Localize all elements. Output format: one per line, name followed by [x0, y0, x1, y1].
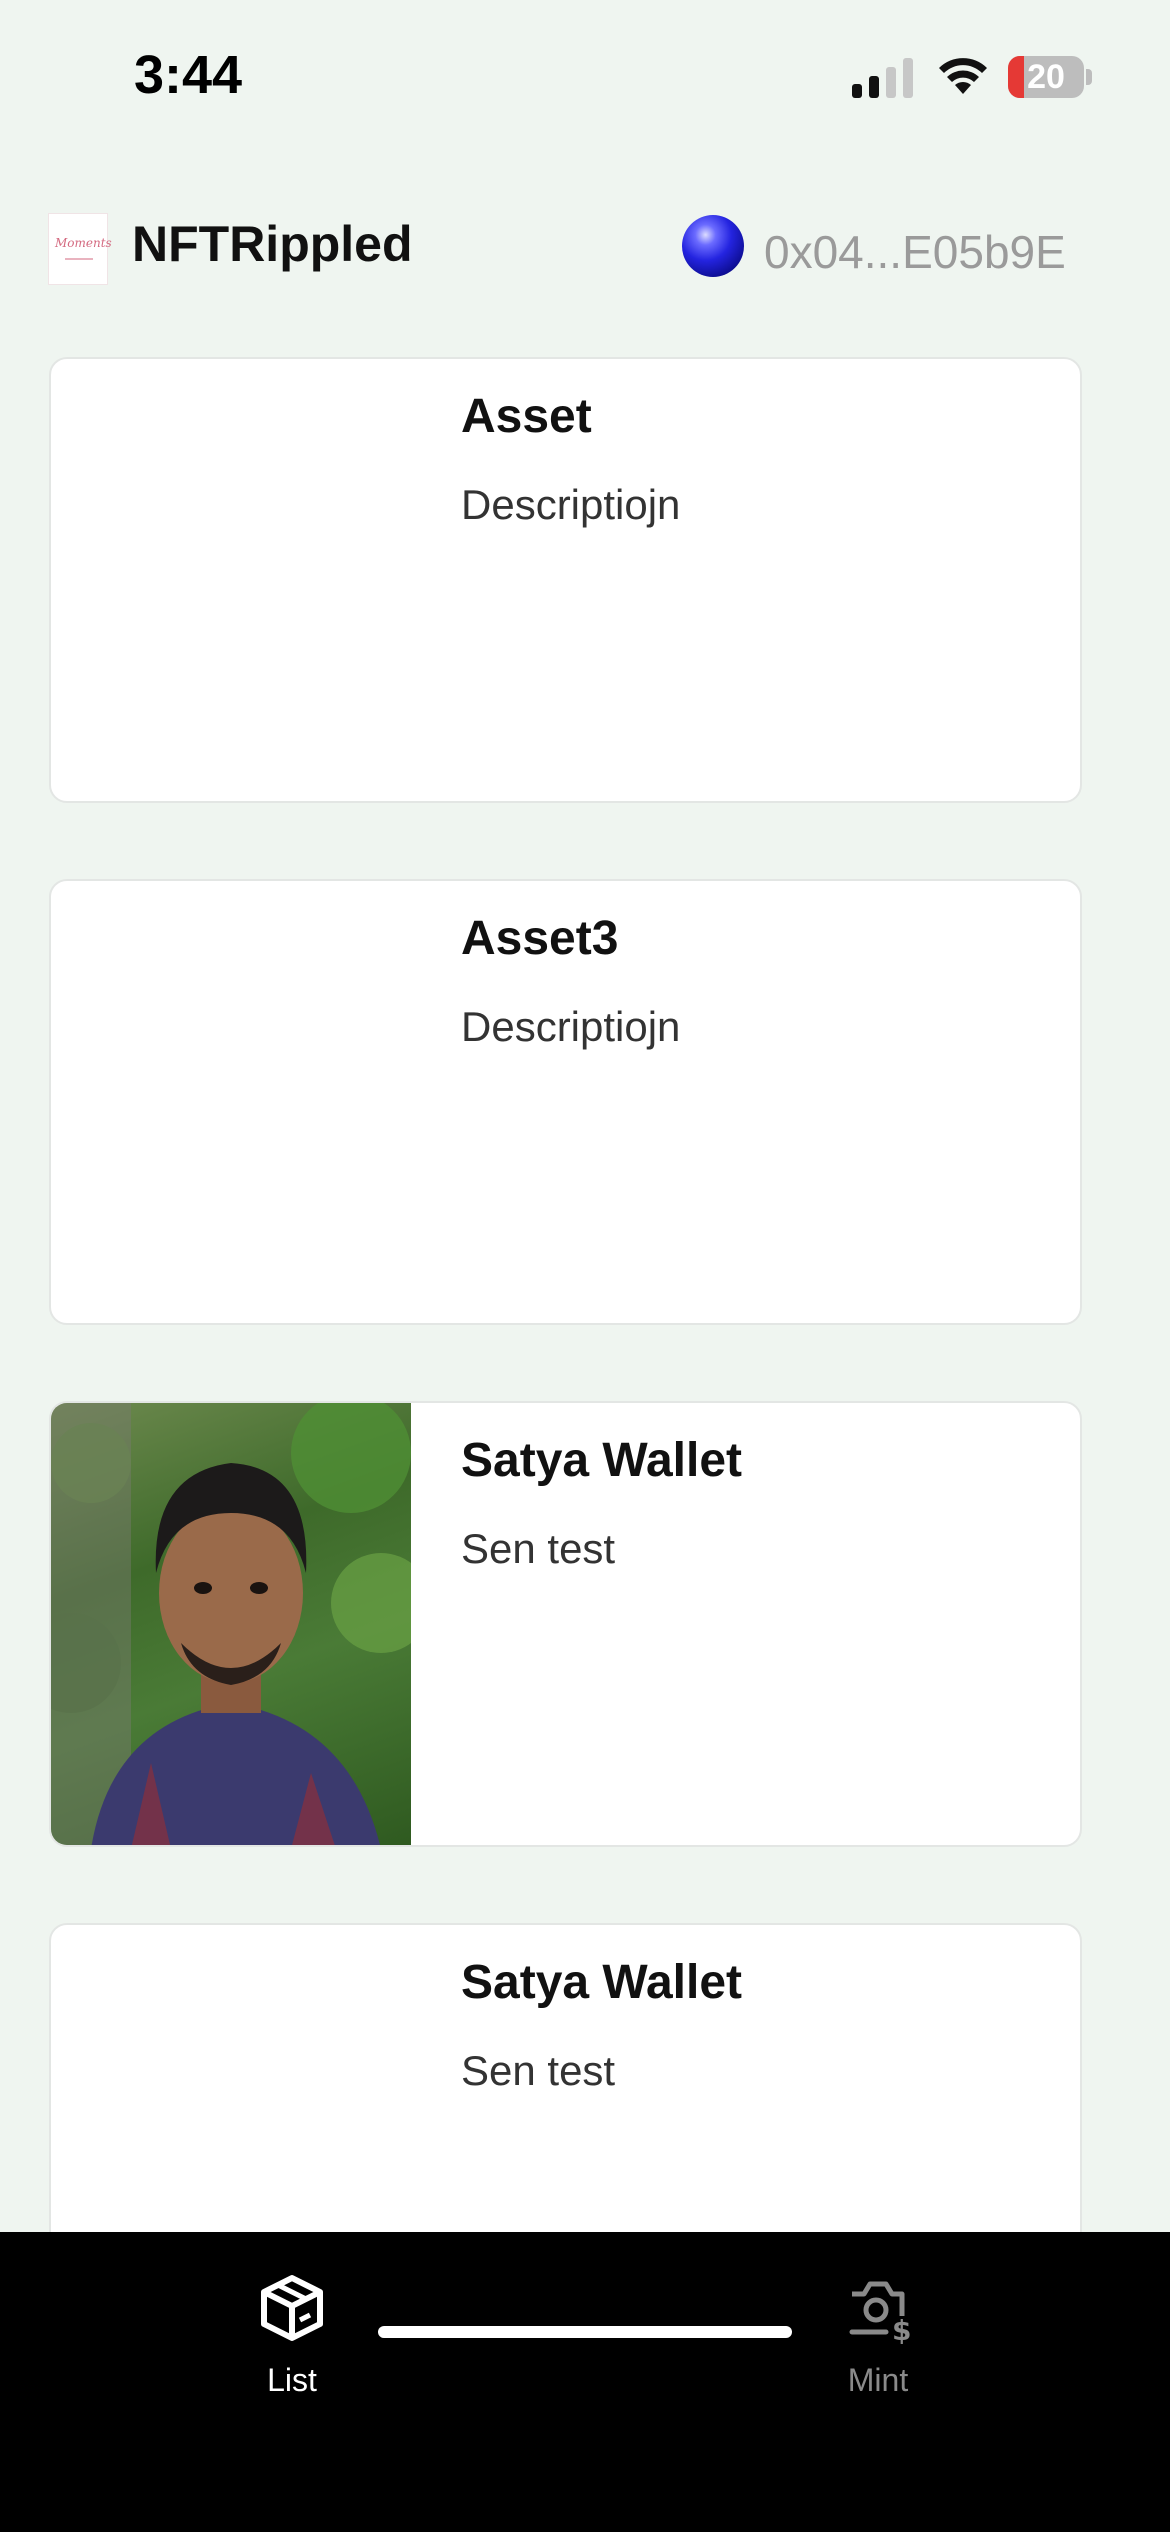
- nft-image-placeholder: [51, 881, 411, 1323]
- wallet-address: 0x04...E05b9E: [764, 226, 1066, 278]
- battery-icon: 20: [1008, 56, 1092, 98]
- svg-text:$: $: [892, 2314, 911, 2344]
- tab-list-label: List: [267, 2362, 317, 2398]
- wifi-icon: [939, 58, 987, 94]
- tab-mint-label: Mint: [847, 2362, 909, 2398]
- status-bar: 3:44 20: [0, 0, 1170, 150]
- nft-image: [51, 1403, 431, 1845]
- nft-title: Satya Wallet: [461, 1434, 742, 1487]
- camera-dollar-icon: $: [849, 2281, 911, 2344]
- app-logo: Moments: [48, 213, 112, 285]
- person-photo: [51, 1403, 431, 1845]
- nft-card[interactable]: Asset3 Descriptiojn: [49, 879, 1082, 1325]
- app-header: Moments NFTRippled 0x04...E05b9E: [0, 195, 1170, 305]
- nft-title: Asset3: [461, 912, 619, 965]
- nft-title: Satya Wallet: [461, 1956, 742, 2009]
- nft-card[interactable]: Asset Descriptiojn: [49, 357, 1082, 803]
- wallet-button[interactable]: 0x04...E05b9E: [672, 201, 1088, 293]
- app-title: NFTRippled: [132, 216, 413, 272]
- tab-mint[interactable]: $ Mint: [728, 2272, 1028, 2432]
- cellular-signal-icon: [852, 58, 913, 98]
- tab-bar: List $ Mint: [0, 2232, 1170, 2532]
- status-time: 3:44: [134, 45, 243, 105]
- battery-level: 20: [1027, 58, 1065, 96]
- tab-list[interactable]: List: [142, 2272, 442, 2432]
- nft-description: Sen test: [461, 1525, 616, 1572]
- nft-description: Descriptiojn: [461, 1003, 681, 1050]
- nft-description: Descriptiojn: [461, 481, 681, 528]
- nft-title: Asset: [461, 390, 592, 443]
- nft-card[interactable]: Satya Wallet Sen test: [49, 1401, 1082, 1847]
- cube-icon: [261, 2275, 323, 2341]
- wallet-avatar-icon: [682, 215, 744, 277]
- nft-image-placeholder: [51, 359, 411, 801]
- home-indicator[interactable]: [378, 2326, 792, 2338]
- nft-description: Sen test: [461, 2047, 616, 2094]
